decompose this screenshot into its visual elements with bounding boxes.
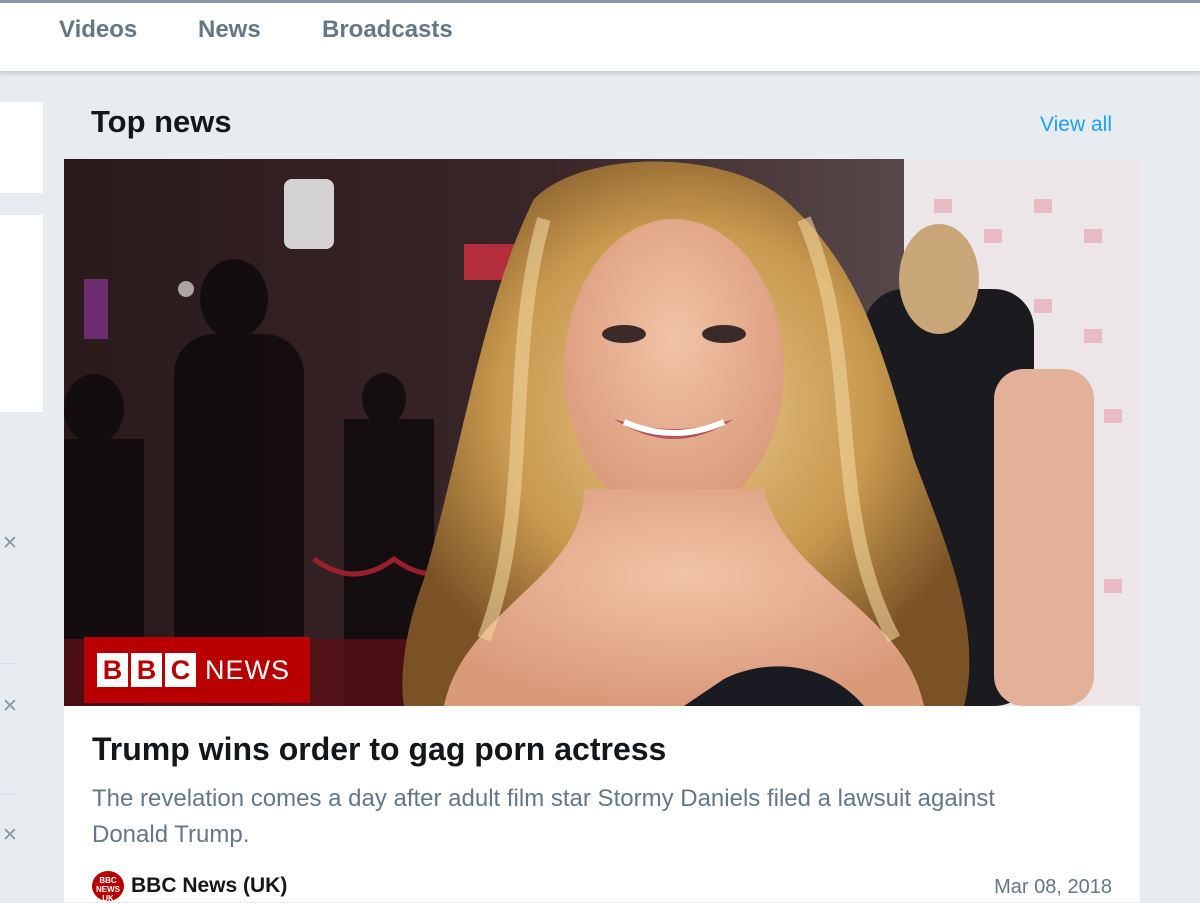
article-source-row: BBC NEWS UK BBC News (UK) Mar 08, 2018 [92, 871, 1112, 903]
bbc-letter: B [97, 653, 128, 687]
close-icon[interactable]: ✕ [0, 826, 20, 846]
tab-news[interactable]: News [198, 16, 261, 44]
top-nav-bar: Videos News Broadcasts [0, 0, 1200, 72]
left-sidebar: ✕ ✕ ✕ [0, 75, 44, 902]
source-name[interactable]: BBC News (UK) [131, 874, 287, 898]
sidebar-card [0, 215, 43, 412]
close-icon[interactable]: ✕ [0, 697, 20, 717]
sidebar-list: ✕ ✕ ✕ [0, 435, 43, 902]
logo-text-line: BBC [99, 876, 117, 885]
logo-text-line: NEWS [96, 885, 120, 894]
tab-videos[interactable]: Videos [59, 16, 137, 44]
bbc-news-word: NEWS [205, 654, 290, 685]
article-summary: The revelation comes a day after adult f… [92, 785, 996, 848]
sidebar-card [0, 102, 43, 193]
article-date: Mar 08, 2018 [994, 876, 1112, 898]
news-card[interactable]: B B C NEWS Trump wins order to gag porn … [64, 159, 1140, 903]
article-image: B B C NEWS [64, 159, 1140, 706]
divider [0, 663, 16, 664]
bbc-news-logo-icon: BBC NEWS UK [92, 871, 124, 903]
bbc-letter: B [131, 653, 162, 687]
tab-broadcasts[interactable]: Broadcasts [322, 16, 453, 44]
bbc-news-watermark: B B C NEWS [84, 637, 310, 703]
article-headline[interactable]: Trump wins order to gag porn actress [92, 731, 666, 768]
section-title: Top news [91, 104, 232, 139]
view-all-link[interactable]: View all [1040, 113, 1112, 137]
divider [0, 794, 16, 795]
close-icon[interactable]: ✕ [0, 534, 20, 554]
bbc-letter: C [165, 653, 196, 687]
